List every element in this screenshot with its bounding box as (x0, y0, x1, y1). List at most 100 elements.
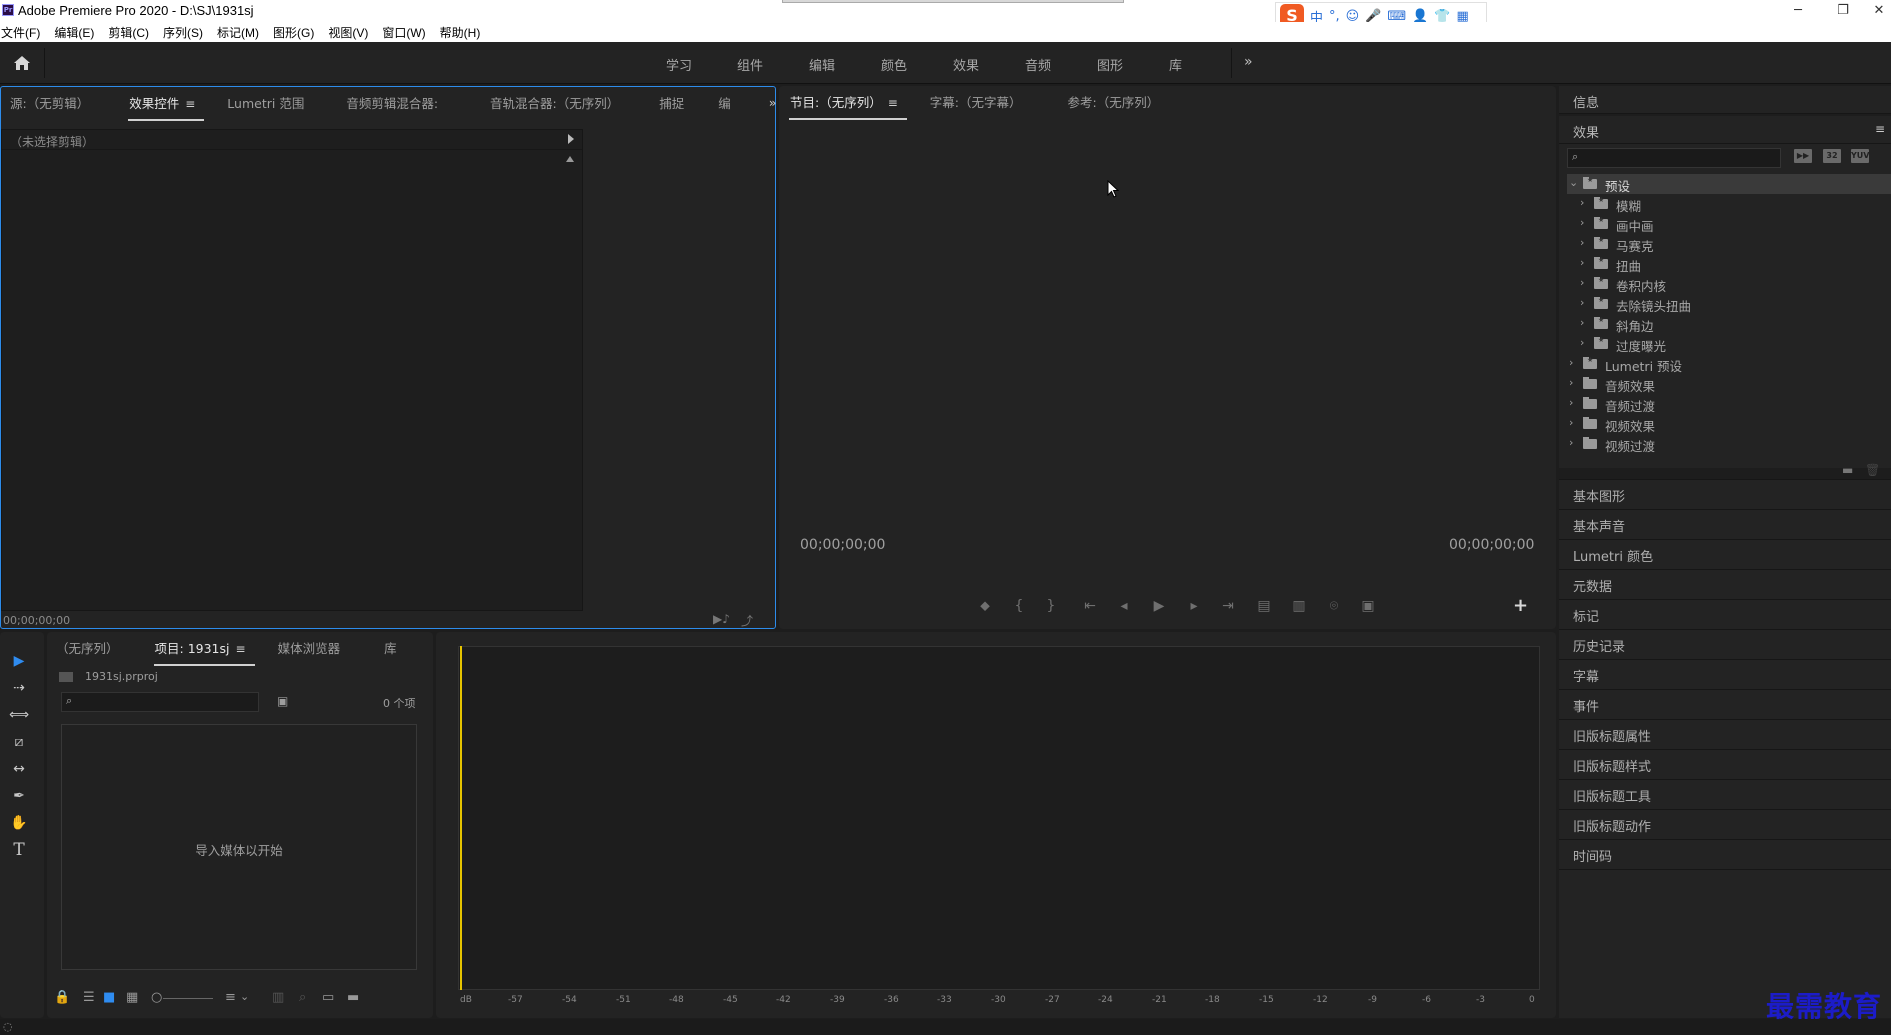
add-marker-button[interactable]: ⬥ (974, 598, 996, 614)
hand-tool-icon[interactable]: ✋ (8, 812, 30, 834)
effects-panel-header[interactable]: 效果 ≡ (1559, 116, 1891, 144)
chevron-right-icon[interactable]: › (1569, 356, 1573, 369)
sort-icons-icon[interactable]: ≡ (225, 990, 236, 1005)
effects-tree-item[interactable]: › Lumetri 预设 (1567, 354, 1891, 374)
comparison-view-button[interactable]: ▣ (1357, 598, 1379, 614)
delete-icon[interactable]: 🗑 (1865, 463, 1880, 477)
workspace-editing[interactable]: 编辑 (809, 55, 835, 74)
tab-captions[interactable]: 字幕:（无字幕） (921, 92, 1031, 111)
sort-dropdown-icon[interactable]: ⌄ (240, 990, 249, 1003)
scroll-up-icon[interactable] (566, 156, 574, 162)
new-search-bin-icon[interactable]: ▣ (277, 694, 288, 708)
panel-essential-graphics[interactable]: 基本图形 (1559, 479, 1891, 509)
chevron-right-icon[interactable]: › (1580, 196, 1584, 209)
effects-tree-item[interactable]: › 音频过渡 (1567, 394, 1891, 414)
list-view-icon[interactable]: ☰ (83, 990, 95, 1005)
pen-tool-icon[interactable]: ✒ (8, 785, 30, 807)
menu-graphics[interactable]: 图形(G) (272, 22, 322, 42)
tab-reference[interactable]: 参考:（无序列） (1059, 92, 1169, 111)
panel-timecode[interactable]: 时间码 (1559, 839, 1891, 869)
chevron-down-icon[interactable]: ⌄ (1569, 176, 1578, 189)
effects-tree-item[interactable]: › 音频效果 (1567, 374, 1891, 394)
minimize-button[interactable]: ─ (1785, 2, 1811, 20)
panel-essential-sound[interactable]: 基本声音 (1559, 509, 1891, 539)
step-forward-button[interactable]: ▸ (1183, 598, 1205, 614)
project-search-input[interactable]: ⌕ (61, 692, 259, 712)
workspace-audio[interactable]: 音频 (1025, 55, 1051, 74)
new-item-icon[interactable]: ▬ (347, 990, 359, 1005)
effects-tree-item[interactable]: › 视频效果 (1567, 414, 1891, 434)
effects-tree-item[interactable]: › 马赛克 (1567, 234, 1891, 254)
chevron-right-icon[interactable]: › (1580, 216, 1584, 229)
effects-tree-item[interactable]: ⌄ 预设 (1567, 174, 1891, 194)
menu-window[interactable]: 窗口(W) (381, 22, 433, 42)
new-bin-icon[interactable]: ▭ (322, 990, 334, 1005)
effects-tree-item[interactable]: › 画中画 (1567, 214, 1891, 234)
freeform-view-icon[interactable]: ▦ (126, 990, 138, 1005)
mark-in-button[interactable]: { (1008, 598, 1030, 614)
restore-button[interactable]: ❐ (1830, 2, 1856, 20)
32bit-effects-icon[interactable]: 32 (1823, 149, 1841, 163)
panel-events[interactable]: 事件 (1559, 689, 1891, 719)
tab-project[interactable]: 项目: 1931sj ≡ (146, 638, 255, 666)
new-custom-bin-icon[interactable]: ▬ (1842, 463, 1853, 477)
workspace-assembly[interactable]: 组件 (737, 55, 763, 74)
tab-program[interactable]: 节目:（无序列） ≡ (781, 92, 907, 120)
track-select-tool-icon[interactable]: ⇢ (8, 677, 30, 699)
menu-edit[interactable]: 编辑(E) (53, 22, 102, 42)
selection-tool-icon[interactable]: ▶ (8, 650, 30, 672)
media-drop-area[interactable]: 导入媒体以开始 (61, 724, 417, 970)
chevron-right-icon[interactable]: › (1569, 376, 1573, 389)
zoom-slider-track[interactable] (163, 998, 213, 999)
panel-metadata[interactable]: 元数据 (1559, 569, 1891, 599)
project-writable-icon[interactable]: 🔒 (54, 990, 70, 1005)
close-button[interactable]: ✕ (1866, 2, 1891, 20)
effects-tree-item[interactable]: › 模糊 (1567, 194, 1891, 214)
workspace-color[interactable]: 颜色 (881, 55, 907, 74)
panel-legacy-title-styles[interactable]: 旧版标题样式 (1559, 749, 1891, 779)
effect-controls-timecode[interactable]: 00;00;00;00 (3, 614, 70, 627)
expand-timeline-icon[interactable] (568, 134, 574, 144)
tab-no-sequence[interactable]: （无序列） (47, 638, 128, 657)
effects-search-input[interactable]: ⌕ (1567, 148, 1781, 168)
accelerated-effects-icon[interactable]: ▶▶ (1794, 149, 1812, 163)
workspace-learning[interactable]: 学习 (666, 55, 692, 74)
workspace-effects[interactable]: 效果 (953, 55, 979, 74)
home-icon[interactable] (12, 53, 32, 73)
effects-tree-item[interactable]: › 卷积内核 (1567, 274, 1891, 294)
effects-tree-item[interactable]: › 扭曲 (1567, 254, 1891, 274)
chevron-right-icon[interactable]: › (1580, 236, 1584, 249)
panel-legacy-title-tools[interactable]: 旧版标题工具 (1559, 779, 1891, 809)
tab-lumetri-scopes[interactable]: Lumetri 范围 (218, 93, 313, 112)
tab-media-browser[interactable]: 媒体浏览器 (269, 638, 350, 657)
panel-menu-icon[interactable]: ≡ (1875, 122, 1885, 136)
chevron-right-icon[interactable]: › (1569, 396, 1573, 409)
extract-button[interactable]: ▥ (1288, 598, 1310, 614)
filter-audio-icon[interactable]: ▶♪ (713, 612, 730, 626)
button-editor-add-icon[interactable]: + (1513, 595, 1528, 616)
panel-menu-icon[interactable]: ≡ (185, 97, 195, 111)
chevron-right-icon[interactable]: › (1580, 296, 1584, 309)
export-frame-icon[interactable]: ⤴ (741, 612, 753, 629)
info-panel-header[interactable]: 信息 (1559, 86, 1891, 114)
razor-tool-icon[interactable]: ⧄ (8, 731, 30, 753)
chevron-right-icon[interactable]: › (1580, 336, 1584, 349)
chevron-right-icon[interactable]: › (1569, 416, 1573, 429)
chevron-right-icon[interactable]: › (1580, 256, 1584, 269)
workspace-libraries[interactable]: 库 (1169, 55, 1182, 74)
step-back-button[interactable]: ◂ (1113, 598, 1135, 614)
tab-capture[interactable]: 捕捉 (650, 93, 693, 112)
panel-legacy-title-actions[interactable]: 旧版标题动作 (1559, 809, 1891, 839)
tab-audio-clip-mixer[interactable]: 音频剪辑混合器: (337, 93, 447, 112)
yuv-effects-icon[interactable]: YUV (1851, 149, 1869, 163)
menu-file[interactable]: 文件(F) (0, 22, 48, 42)
panel-lumetri-color[interactable]: Lumetri 颜色 (1559, 539, 1891, 569)
menu-view[interactable]: 视图(V) (327, 22, 376, 42)
chevron-right-icon[interactable]: › (1569, 436, 1573, 449)
tab-libraries[interactable]: 库 (375, 638, 406, 657)
playhead-timecode[interactable]: 00;00;00;00 (800, 537, 885, 553)
export-frame-button[interactable]: ⌾ (1323, 598, 1345, 614)
effects-tree-item[interactable]: › 过度曝光 (1567, 334, 1891, 354)
panel-menu-icon[interactable]: ≡ (236, 642, 246, 656)
tab-effect-controls[interactable]: 效果控件 ≡ (120, 93, 205, 121)
